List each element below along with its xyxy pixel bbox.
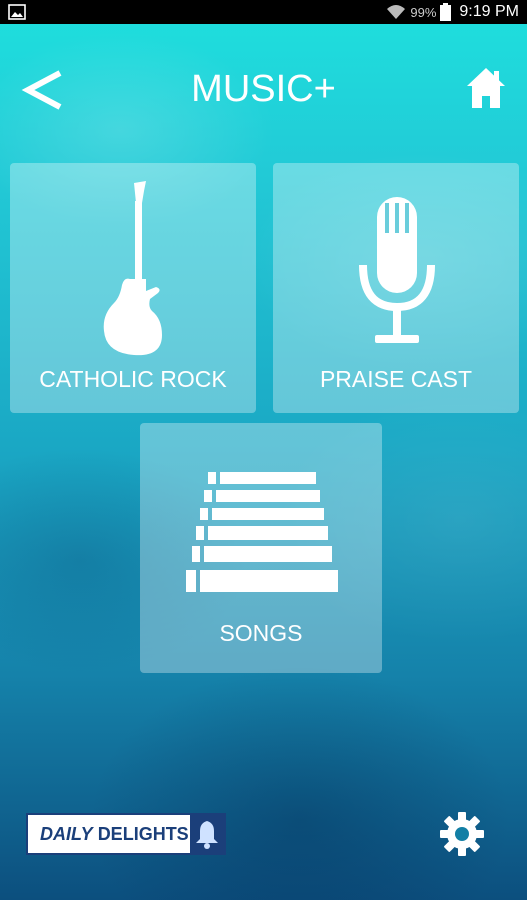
daily-delights-label: DAILY DELIGHTS <box>28 824 190 845</box>
app-header: MUSIC+ <box>0 24 527 134</box>
clock-time: 9:19 PM <box>459 3 519 20</box>
microphone-icon <box>359 197 435 343</box>
home-icon[interactable] <box>465 66 507 110</box>
gear-icon[interactable] <box>438 810 486 858</box>
status-right: 99% 9:19 PM <box>386 3 519 21</box>
tile-praise-cast[interactable]: PRAISE CAST <box>273 163 519 413</box>
status-bar: 99% 9:19 PM <box>0 0 527 24</box>
wifi-icon <box>387 5 406 19</box>
daily-delights-button[interactable]: DAILY DELIGHTS <box>26 813 226 855</box>
sheet-bars-icon <box>186 472 338 592</box>
delights-word: DELIGHTS <box>97 823 189 844</box>
tile-songs[interactable]: SONGS <box>140 423 382 673</box>
tile-catholic-rock[interactable]: CATHOLIC ROCK <box>10 163 256 413</box>
page-title: MUSIC+ <box>191 68 336 110</box>
tile-label: CATHOLIC ROCK <box>39 366 227 392</box>
daily-word: DAILY <box>40 823 93 844</box>
battery-percent: 99% <box>410 4 437 20</box>
gallery-notification-icon <box>8 4 26 20</box>
battery-icon <box>440 3 452 21</box>
tile-label: PRAISE CAST <box>319 366 473 392</box>
bell-icon <box>190 815 224 853</box>
electric-guitar-icon <box>103 181 162 356</box>
tile-label: SONGS <box>219 620 303 646</box>
